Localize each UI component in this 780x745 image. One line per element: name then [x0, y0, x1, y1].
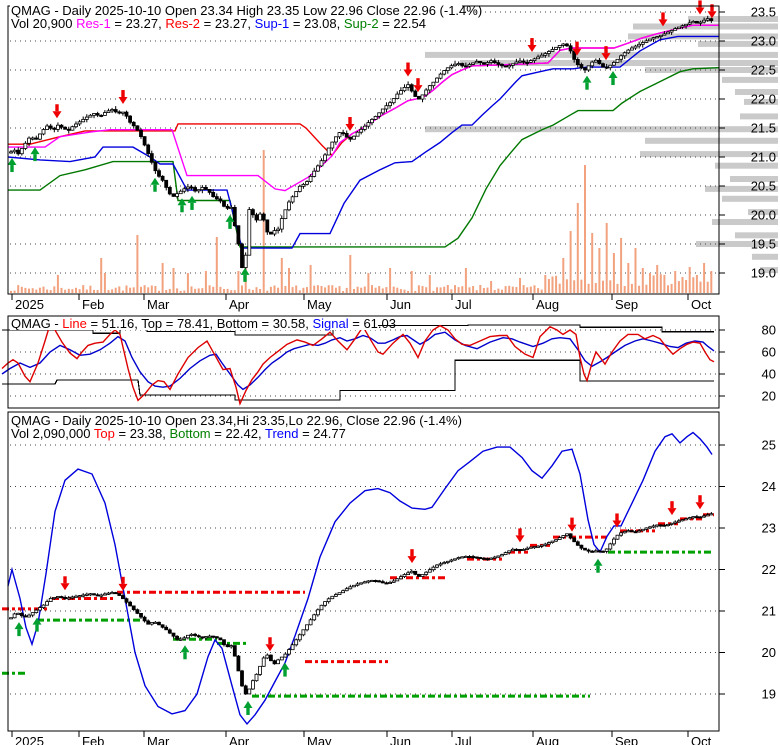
- trend-panel-gridlines: [10, 444, 718, 695]
- x-axis-label: Jun: [390, 297, 411, 312]
- x-axis-label: 2025: [15, 297, 44, 312]
- oscillator-line: [1, 323, 715, 406]
- trend-panel-candles: [9, 512, 714, 695]
- y-axis-label: 22: [762, 562, 776, 577]
- x-axis-label: Sep: [615, 297, 638, 312]
- x-axis-label: Aug: [536, 297, 559, 312]
- x-axis-label: Oct: [691, 297, 712, 312]
- y-axis-label: 19.5: [751, 237, 776, 252]
- y-axis-label: 21: [762, 604, 776, 619]
- x-axis-label: Feb: [82, 297, 104, 312]
- x-axis-label: Jul: [455, 734, 472, 745]
- bottom-band-line: [2, 550, 714, 698]
- y-axis-label: 19.0: [751, 266, 776, 281]
- x-axis-label: Apr: [229, 297, 250, 312]
- y-axis-label: 22.5: [751, 63, 776, 78]
- x-axis-label: May: [307, 734, 332, 745]
- x-axis-label: Jun: [390, 734, 411, 745]
- res-1-line: [8, 24, 719, 192]
- y-axis-label: 23: [762, 521, 776, 536]
- y-axis-label: 23.5: [751, 5, 776, 20]
- price-signal-arrows: [7, 0, 717, 282]
- oscillator-header: QMAG - Line = 51.16, Top = 78.41, Bottom…: [11, 316, 396, 331]
- y-axis-label: 19: [762, 687, 776, 702]
- chart-render-root: 23.5 23.0 22.5 22.0 21.5 21.0 20.5 20.0 19.5 19.0…: [1, 0, 778, 745]
- price-panel-gridlines: [10, 11, 718, 274]
- sup-2-line: [8, 67, 720, 248]
- res-2-line: [8, 24, 719, 157]
- price-panel-indicator-header: Vol 20,900 Res-1 = 23.27, Res-2 = 23.27,…: [11, 16, 426, 31]
- trend-line: [7, 431, 713, 726]
- x-axis-label: Sep: [615, 734, 638, 745]
- volume-bars: [10, 150, 713, 293]
- y-axis-label: 20: [762, 645, 776, 660]
- volume-by-price-bars: [425, 16, 778, 274]
- y-axis-label: 24: [762, 479, 776, 494]
- charting-app-window: 23.5 23.0 22.5 22.0 21.5 21.0 20.5 20.0 19.5 19.0…: [0, 0, 780, 745]
- y-axis-label: 20.0: [751, 208, 776, 223]
- qmag-multi-panel-chart: 23.5 23.0 22.5 22.0 21.5 21.0 20.5 20.0 19.5 19.0…: [1, 0, 778, 745]
- y-axis-label: 22.0: [751, 92, 776, 107]
- y-axis-label: 21.5: [751, 121, 776, 136]
- x-axis-label: Oct: [691, 734, 712, 745]
- x-axis-label: Apr: [229, 734, 250, 745]
- x-axis-label: 2025: [15, 734, 44, 745]
- oscillator-gridlines: [10, 329, 718, 397]
- x-axis-label: Mar: [147, 297, 170, 312]
- x-axis-label: Mar: [147, 734, 170, 745]
- y-axis-label: 21.0: [751, 150, 776, 165]
- y-axis-label: 25: [762, 438, 776, 453]
- y-axis-label: 80: [762, 323, 776, 338]
- y-axis-label: 40: [762, 367, 776, 382]
- price-panel-title: QMAG - Daily 2025-10-10 Open 23.34 High …: [11, 3, 482, 18]
- x-axis-label: May: [307, 297, 332, 312]
- y-axis-label: 23.0: [751, 34, 776, 49]
- y-axis-label: 20: [762, 389, 776, 404]
- x-axis-label: Feb: [82, 734, 104, 745]
- x-axis-label: Aug: [536, 734, 559, 745]
- y-axis-label: 20.5: [751, 179, 776, 194]
- x-axis-label: Jul: [455, 297, 472, 312]
- trend-panel-title: QMAG - Daily 2025-10-10 Open 23.34,Hi 23…: [11, 413, 462, 428]
- y-axis-label: 60: [762, 345, 776, 360]
- trend-panel-indicator-header: Vol 2,090,000 Top = 23.38, Bottom = 22.4…: [11, 426, 346, 441]
- sup-1-line: [7, 35, 719, 249]
